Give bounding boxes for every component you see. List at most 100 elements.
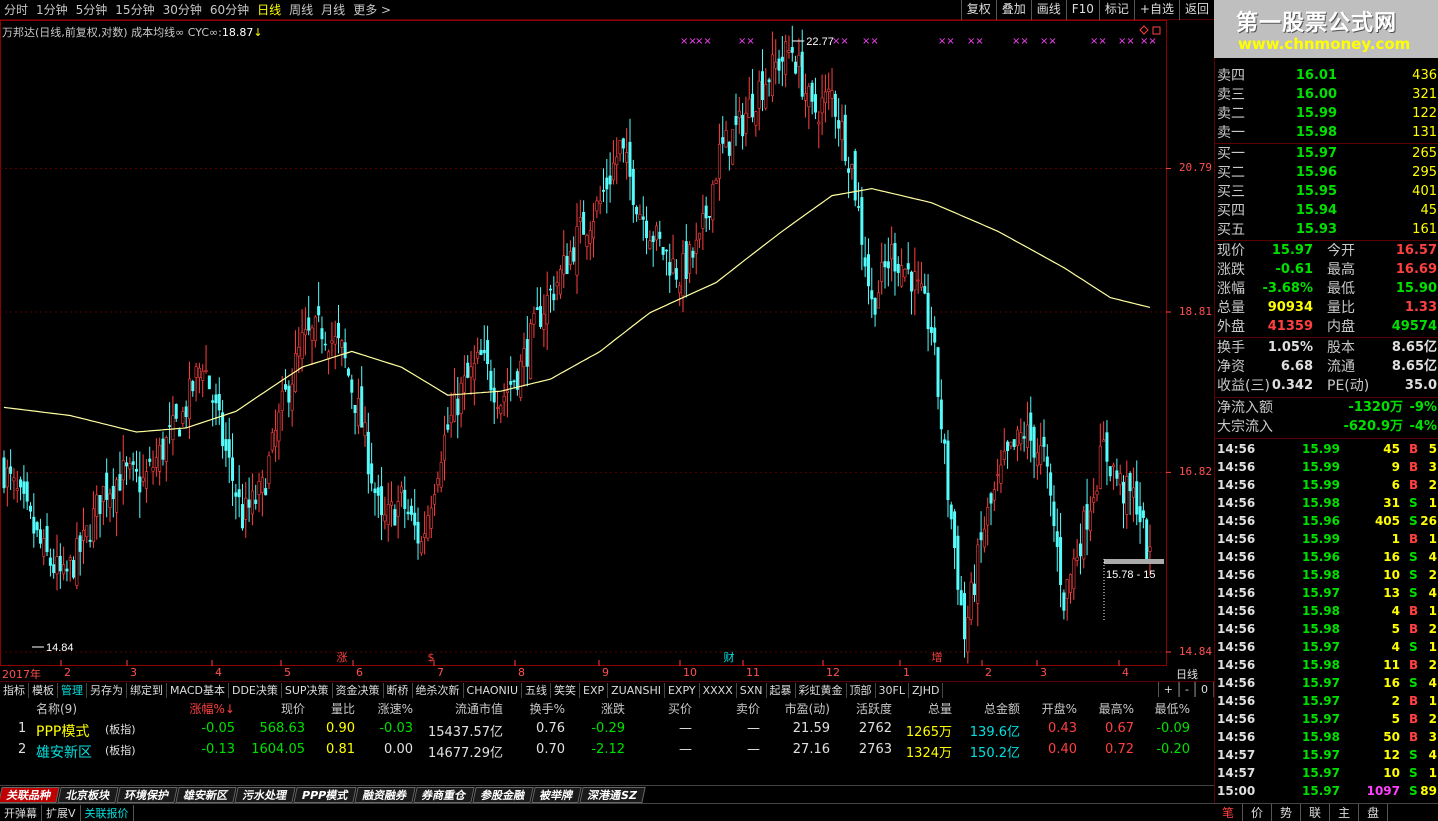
indicator-21[interactable]: 顶部 (847, 682, 876, 698)
tool-button-2[interactable]: 画线 (1030, 0, 1066, 20)
kline-chart[interactable]: 22.77 14.84 15.78 - 15 ×× ×× ×× ×× ×× ×× ×× ×× ×× ××… (0, 20, 1214, 681)
tick-volume: 10 (1383, 766, 1400, 780)
indicator-2[interactable]: 管理 (58, 682, 87, 698)
event-marker-3[interactable]: 增 (930, 651, 944, 665)
indicator-10[interactable]: 绝杀次新 (413, 682, 464, 698)
tool-button-5[interactable]: +自选 (1133, 0, 1179, 20)
sector-tab-3[interactable]: 雄安新区 (175, 787, 237, 803)
indicator-4[interactable]: 绑定到 (127, 682, 167, 698)
sector-tab-1[interactable]: 北京板块 (57, 787, 119, 803)
indicator-1[interactable]: 模板 (29, 682, 58, 698)
period-6[interactable]: 日线 (253, 1, 285, 18)
indicator-13[interactable]: 笑笑 (551, 682, 581, 698)
indicator-11[interactable]: CHAONIU (464, 682, 523, 698)
period-4[interactable]: 30分钟 (159, 1, 206, 18)
table-header-11[interactable]: 活跃度 (856, 700, 892, 717)
indicator-6[interactable]: DDE决策 (229, 682, 282, 698)
table-header-3[interactable]: 量比 (331, 700, 355, 717)
table-header-10[interactable]: 市盈(动) (785, 700, 830, 717)
indicator-20[interactable]: 彩虹黄金 (796, 682, 847, 698)
candle (645, 206, 649, 255)
indicator-12[interactable]: 五线 (522, 682, 552, 698)
tool-button-4[interactable]: 标记 (1098, 0, 1134, 20)
side-tab-3[interactable]: 联 (1301, 804, 1331, 821)
table-header-16[interactable]: 最低% (1155, 700, 1190, 717)
sector-tab-6[interactable]: 融资融券 (354, 787, 416, 803)
sector-tab-7[interactable]: 券商重仓 (413, 787, 475, 803)
table-header-2[interactable]: 现价 (281, 700, 305, 717)
candle (1128, 471, 1132, 515)
indicator-control-0[interactable]: + (1157, 682, 1180, 697)
side-tab-0[interactable]: 笔 (1214, 804, 1244, 821)
table-header-0[interactable]: 名称(9) (36, 700, 77, 717)
indicator-15[interactable]: ZUANSHI (608, 682, 665, 698)
sector-tab-5[interactable]: PPP模式 (293, 787, 357, 803)
event-marker-2[interactable]: 财 (722, 651, 736, 665)
indicator-17[interactable]: XXXX (700, 682, 737, 698)
table-header-12[interactable]: 总量 (928, 700, 952, 717)
period-7[interactable]: 周线 (285, 1, 317, 18)
table-header-5[interactable]: 流通市值 (455, 700, 503, 717)
ask-price: 16.01 (1295, 68, 1337, 83)
candle (552, 276, 556, 311)
table-header-4[interactable]: 涨速% (378, 700, 413, 717)
status-item-2[interactable]: 关联报价 (81, 804, 134, 821)
tick-direction: S (1409, 586, 1418, 600)
indicator-3[interactable]: 另存为 (87, 682, 127, 698)
period-0[interactable]: 分时 (0, 1, 32, 18)
sector-tab-10[interactable]: 深港通SZ (579, 787, 646, 803)
period-2[interactable]: 5分钟 (72, 1, 112, 18)
side-tab-1[interactable]: 价 (1243, 804, 1273, 821)
sector-tab-4[interactable]: 污水处理 (234, 787, 296, 803)
candle (58, 543, 62, 589)
indicator-14[interactable]: EXP (580, 682, 609, 698)
indicator-8[interactable]: 资金决策 (333, 682, 384, 698)
table-header-13[interactable]: 总金额 (984, 700, 1020, 717)
indicator-22[interactable]: 30FL (876, 682, 909, 698)
candle (1082, 505, 1086, 569)
tool-button-3[interactable]: F10 (1065, 0, 1099, 20)
sector-tab-8[interactable]: 参股金融 (472, 787, 534, 803)
table-header-1[interactable]: 涨幅%↓ (190, 700, 235, 717)
event-marker-1[interactable]: $ (424, 651, 438, 665)
period-5[interactable]: 60分钟 (206, 1, 253, 18)
event-marker-0[interactable]: 涨 (335, 651, 349, 665)
indicator-7[interactable]: SUP决策 (282, 682, 333, 698)
indicator-16[interactable]: EXPY (665, 682, 700, 698)
side-tab-5[interactable]: 盘 (1359, 804, 1389, 821)
status-item-1[interactable]: 扩展V (42, 804, 81, 821)
period-8[interactable]: 月线 (317, 1, 349, 18)
side-tab-4[interactable]: 主 (1330, 804, 1360, 821)
tool-button-0[interactable]: 复权 (960, 0, 996, 20)
tool-button-6[interactable]: 返回 (1178, 0, 1214, 20)
indicator-23[interactable]: ZJHD (909, 682, 944, 698)
indicator-9[interactable]: 断桥 (384, 682, 413, 698)
status-item-0[interactable]: 开弹幕 (0, 804, 42, 821)
table-header-6[interactable]: 换手% (530, 700, 565, 717)
indicator-control-2[interactable]: 0 (1195, 682, 1214, 697)
sector-tab-0[interactable]: 关联品种 (0, 787, 60, 803)
side-tab-2[interactable]: 势 (1272, 804, 1302, 821)
indicator-18[interactable]: SXN (737, 682, 767, 698)
table-header-15[interactable]: 最高% (1099, 700, 1134, 717)
period-1[interactable]: 1分钟 (32, 1, 72, 18)
indicator-control-1[interactable]: - (1179, 682, 1195, 697)
tool-button-1[interactable]: 叠加 (995, 0, 1031, 20)
table-header-8[interactable]: 买价 (668, 700, 692, 717)
indicator-19[interactable]: 起暴 (767, 682, 796, 698)
ask-row: 卖二 15.99 122 (1215, 105, 1438, 123)
table-header-9[interactable]: 卖价 (736, 700, 760, 717)
indicator-5[interactable]: MACD基本 (167, 682, 229, 698)
sector-tab-2[interactable]: 环境保护 (116, 787, 178, 803)
table-row[interactable]: 2 雄安新区 (板指) -0.13 1604.05 0.81 0.00 14677.29亿 0.… (0, 742, 1200, 762)
table-header-14[interactable]: 开盘% (1042, 700, 1077, 717)
sector-tab-9[interactable]: 被举牌 (531, 787, 582, 803)
period-3[interactable]: 15分钟 (111, 1, 158, 18)
table-header-7[interactable]: 涨跌 (601, 700, 625, 717)
indicator-0[interactable]: 指标 (0, 682, 29, 698)
kline-svg[interactable]: 22.77 14.84 15.78 - 15 ×× ×× ×× ×× ×× ×× ×× ×× ×× ××… (0, 20, 1214, 680)
quote-value: 90934 (1267, 300, 1313, 315)
period-9[interactable]: 更多 > (349, 1, 395, 18)
candle (1145, 517, 1149, 562)
table-row[interactable]: 1 PPP模式 (板指) -0.05 568.63 0.90 -0.03 15437.57亿 0… (0, 721, 1200, 741)
